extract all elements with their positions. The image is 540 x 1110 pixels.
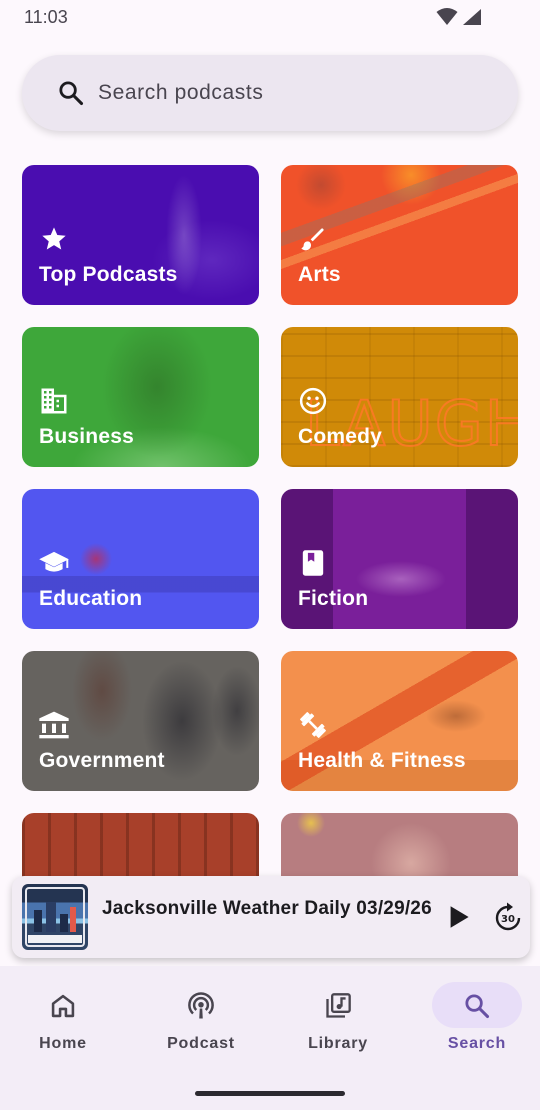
category-tile-arts[interactable]: Arts bbox=[281, 165, 518, 305]
status-time: 11:03 bbox=[24, 7, 68, 27]
category-label: Education bbox=[39, 587, 143, 610]
track-title: Jacksonville Weather Daily 03/29/26 bbox=[102, 898, 432, 919]
play-button[interactable] bbox=[444, 902, 474, 932]
dumbbell-icon bbox=[297, 709, 329, 741]
star-icon bbox=[38, 223, 70, 255]
bottom-navigation: Home Podcast Library Search bbox=[0, 966, 540, 1110]
bank-icon bbox=[38, 709, 70, 741]
category-tile-health-fitness[interactable]: Health & Fitness bbox=[281, 651, 518, 791]
forward-30-icon: 30 bbox=[495, 902, 521, 931]
category-tile-business[interactable]: Business bbox=[22, 327, 259, 467]
category-grid: Top Podcasts Arts Business LAUGH Comedy … bbox=[22, 165, 518, 877]
category-tile-government[interactable]: Government bbox=[22, 651, 259, 791]
status-bar: 11:03 bbox=[0, 0, 540, 36]
nav-item-library[interactable]: Library bbox=[293, 982, 383, 1062]
building-icon bbox=[38, 385, 70, 417]
category-label: Top Podcasts bbox=[39, 263, 178, 286]
book-icon bbox=[297, 547, 329, 579]
nav-label: Home bbox=[39, 1035, 87, 1052]
school-icon bbox=[38, 547, 70, 579]
category-label: Business bbox=[39, 425, 134, 448]
nav-label: Search bbox=[447, 1035, 507, 1052]
search-input[interactable]: Search podcasts bbox=[98, 81, 263, 105]
brush-icon bbox=[297, 223, 329, 255]
forward-30-button[interactable]: 30 bbox=[492, 901, 524, 933]
category-tile-top-podcasts[interactable]: Top Podcasts bbox=[22, 165, 259, 305]
nav-item-podcast[interactable]: Podcast bbox=[156, 982, 246, 1062]
nav-label: Podcast bbox=[167, 1035, 235, 1052]
neon-sign: LAUGH bbox=[304, 386, 518, 461]
category-tile-partial-right[interactable] bbox=[281, 813, 518, 877]
category-label: Comedy bbox=[298, 425, 383, 448]
category-label: Fiction bbox=[298, 587, 369, 610]
gesture-bar[interactable] bbox=[195, 1091, 345, 1096]
status-icons bbox=[436, 8, 482, 26]
nav-item-search[interactable]: Search bbox=[432, 982, 522, 1062]
nav-item-home[interactable]: Home bbox=[18, 982, 108, 1062]
category-label: Government bbox=[39, 749, 165, 772]
category-tile-partial-left[interactable] bbox=[22, 813, 259, 877]
smiley-icon bbox=[297, 385, 329, 417]
forward-seconds-label: 30 bbox=[501, 914, 515, 925]
home-icon bbox=[47, 990, 79, 1022]
search-bar[interactable]: Search podcasts bbox=[22, 55, 518, 131]
category-tile-fiction[interactable]: Fiction bbox=[281, 489, 518, 629]
podcast-icon bbox=[185, 990, 217, 1022]
wifi-icon bbox=[436, 8, 458, 25]
cell-signal-icon bbox=[463, 9, 481, 25]
category-label: Arts bbox=[298, 263, 341, 286]
search-icon bbox=[461, 990, 493, 1022]
category-label: Health & Fitness bbox=[298, 749, 466, 772]
play-icon bbox=[450, 906, 469, 928]
category-tile-comedy[interactable]: LAUGH Comedy bbox=[281, 327, 518, 467]
nav-label: Library bbox=[308, 1035, 368, 1052]
library-icon bbox=[322, 990, 354, 1022]
search-icon bbox=[56, 78, 86, 108]
podcast-artwork bbox=[22, 884, 88, 950]
mini-player[interactable]: Jacksonville Weather Daily 03/29/26 30 bbox=[12, 876, 530, 958]
category-tile-education[interactable]: Education bbox=[22, 489, 259, 629]
